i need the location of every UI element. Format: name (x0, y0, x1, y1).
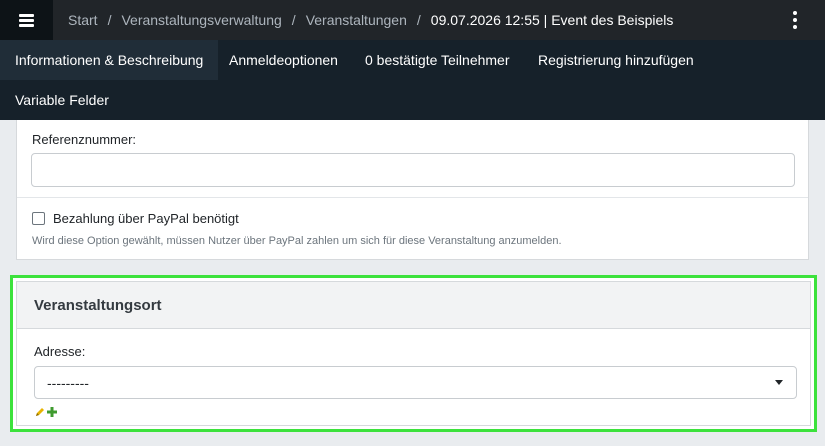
top-bar: Start / Veranstaltungsverwaltung / Veranstal… (0, 0, 825, 40)
divider (17, 197, 808, 198)
breadcrumb-separator: / (416, 12, 421, 28)
kebab-icon-dot (793, 18, 797, 22)
location-card: Veranstaltungsort Adresse: --------- (16, 281, 811, 426)
breadcrumb-event-management[interactable]: Veranstaltungsverwaltung (121, 12, 281, 28)
reference-number-label: Referenznummer: (32, 132, 137, 147)
location-card-header: Veranstaltungsort (17, 282, 810, 329)
tab-add-registration[interactable]: Registrierung hinzufügen (523, 40, 709, 80)
location-title: Veranstaltungsort (34, 297, 162, 314)
tab-confirmed-participants[interactable]: 0 bestätigte Teilnehmer (350, 40, 525, 80)
paypal-help-text: Wird diese Option gewählt, müssen Nutzer… (32, 235, 562, 247)
address-select-value: --------- (47, 375, 89, 391)
reference-number-input[interactable] (31, 153, 795, 187)
kebab-icon-dot (793, 25, 797, 29)
address-label: Adresse: (34, 344, 86, 359)
address-select[interactable]: --------- (34, 366, 797, 399)
hamburger-icon-line (19, 19, 34, 22)
tab-registration-options[interactable]: Anmeldeoptionen (214, 40, 353, 80)
breadcrumb: Start / Veranstaltungsverwaltung / Veranstal… (68, 0, 673, 40)
event-details-card: Referenznummer: Bezahlung über PayPal be… (16, 120, 809, 260)
location-section-highlight: Veranstaltungsort Adresse: --------- (10, 275, 817, 432)
hamburger-icon (19, 14, 34, 17)
breadcrumb-separator: / (107, 12, 112, 28)
paypal-checkbox[interactable] (32, 212, 45, 225)
caret-down-icon (775, 380, 783, 385)
more-options-button[interactable] (787, 8, 803, 32)
tab-variable-fields[interactable]: Variable Felder (0, 80, 124, 120)
kebab-icon (793, 11, 797, 15)
plus-icon[interactable] (46, 406, 58, 418)
event-tab-bar: Informationen & Beschreibung Anmeldeopti… (0, 40, 825, 120)
breadcrumb-events[interactable]: Veranstaltungen (306, 12, 407, 28)
hamburger-menu-button[interactable] (0, 0, 53, 40)
paypal-checkbox-label[interactable]: Bezahlung über PayPal benötigt (53, 211, 239, 226)
breadcrumb-current: 09.07.2026 12:55 | Event des Beispiels (430, 12, 674, 28)
breadcrumb-separator: / (291, 12, 296, 28)
tab-information[interactable]: Informationen & Beschreibung (0, 40, 219, 80)
hamburger-icon-line (19, 24, 34, 27)
pencil-icon[interactable] (34, 406, 46, 418)
breadcrumb-start[interactable]: Start (68, 12, 98, 28)
